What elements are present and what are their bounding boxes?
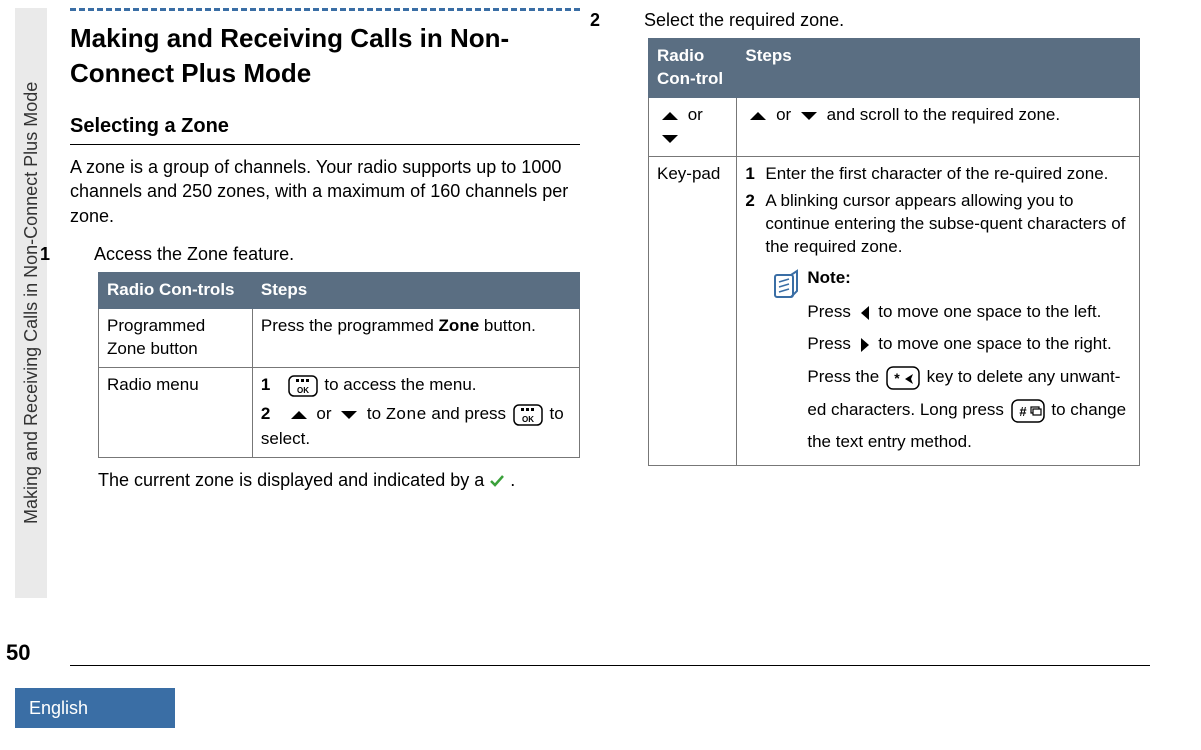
- svg-text:OK: OK: [297, 386, 309, 395]
- th-radio-control: Radio Con-trol: [649, 39, 737, 98]
- ok-button-icon: OK: [513, 403, 543, 426]
- step-1-text: Access the Zone feature.: [94, 244, 294, 264]
- step-1: 1Access the Zone feature.: [100, 242, 580, 266]
- column-right: 2Select the required zone. Radio Con-tro…: [620, 0, 1140, 476]
- right-arrow-icon: [858, 329, 872, 361]
- heading-main: Making and Receiving Calls in Non-Connec…: [70, 21, 580, 91]
- cell-radio-menu-steps: 1 OK to access the menu. 2 or to Zone an…: [252, 368, 579, 458]
- table-header-row: Radio Con-trol Steps: [649, 39, 1140, 98]
- th-radio-controls: Radio Con-trols: [99, 273, 253, 309]
- up-arrow-icon: [288, 403, 310, 426]
- th-steps: Steps: [252, 273, 579, 309]
- svg-text:#: #: [1019, 404, 1027, 419]
- left-arrow-icon: [858, 296, 872, 328]
- note-icon: [773, 269, 799, 299]
- intro-paragraph: A zone is a group of channels. Your radi…: [70, 155, 580, 228]
- table-row: or or and scroll to the required zone.: [649, 98, 1140, 157]
- note-text: Note: Press to move one space to the lef…: [807, 267, 1131, 459]
- cell-keypad-steps: 1 Enter the first character of the re-qu…: [737, 157, 1140, 466]
- table-row: Radio menu 1 OK to access the menu. 2 or: [99, 368, 580, 458]
- vertical-tab-label: Making and Receiving Calls in Non-Connec…: [19, 82, 43, 524]
- hash-key-icon: #: [1011, 394, 1045, 426]
- table-header-row: Radio Con-trols Steps: [99, 273, 580, 309]
- dashed-divider: [70, 8, 580, 11]
- cell-arrows-steps: or and scroll to the required zone.: [737, 98, 1140, 157]
- ok-button-icon: OK: [288, 374, 318, 397]
- zone-select-table: Radio Con-trol Steps or or and scroll to…: [648, 38, 1140, 465]
- cell-keypad: Key-pad: [649, 157, 737, 466]
- table-row: Key-pad 1 Enter the first character of t…: [649, 157, 1140, 466]
- th-steps: Steps: [737, 39, 1140, 98]
- note-block: Note: Press to move one space to the lef…: [773, 267, 1131, 459]
- footer-divider: [70, 665, 1150, 666]
- column-left: Making and Receiving Calls in Non-Connec…: [70, 0, 595, 506]
- cell-programmed-zone: Programmed Zone button: [99, 309, 253, 368]
- up-arrow-icon: [659, 104, 681, 127]
- cell-arrows: or: [649, 98, 737, 157]
- language-label: English: [29, 696, 88, 720]
- cell-programmed-steps: Press the programmed Zone button.: [252, 309, 579, 368]
- step-2: 2Select the required zone.: [650, 8, 1140, 32]
- down-arrow-icon: [338, 403, 360, 426]
- step-1-number: 1: [70, 242, 94, 266]
- page-number: 50: [6, 638, 30, 668]
- heading-underline: [70, 144, 580, 145]
- heading-sub: Selecting a Zone: [70, 113, 580, 140]
- svg-text:*: *: [894, 370, 900, 386]
- step-2-number: 2: [620, 8, 644, 32]
- down-arrow-icon: [798, 104, 820, 127]
- vertical-section-tab: Making and Receiving Calls in Non-Connec…: [15, 8, 47, 598]
- language-badge: English: [15, 688, 175, 728]
- up-arrow-icon: [747, 104, 769, 127]
- check-icon: [489, 470, 510, 490]
- step-2-text: Select the required zone.: [644, 10, 844, 30]
- star-key-icon: *: [886, 362, 920, 394]
- zone-access-table: Radio Con-trols Steps Programmed Zone bu…: [98, 272, 580, 458]
- cell-radio-menu: Radio menu: [99, 368, 253, 458]
- down-arrow-icon: [659, 127, 681, 150]
- table-row: Programmed Zone button Press the program…: [99, 309, 580, 368]
- after-table-text: The current zone is displayed and indica…: [98, 468, 580, 492]
- svg-text:OK: OK: [522, 415, 534, 424]
